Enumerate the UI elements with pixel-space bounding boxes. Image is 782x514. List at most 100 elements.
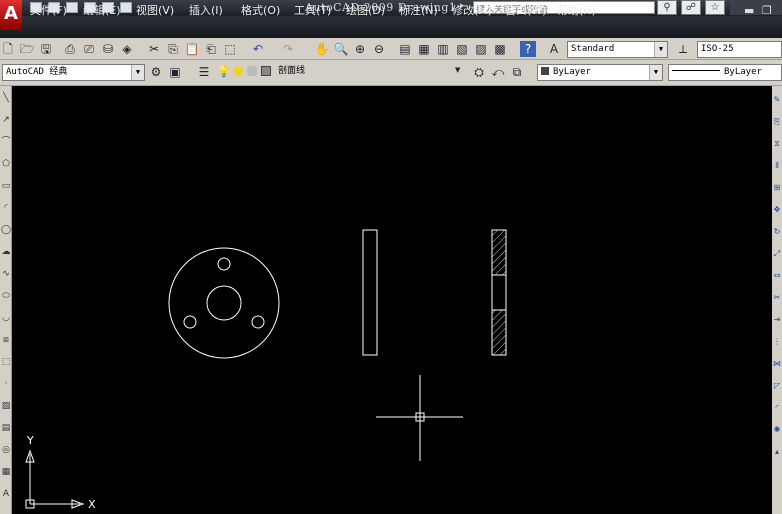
save-icon[interactable]: 🖫 xyxy=(38,41,54,57)
scroll-up-icon[interactable]: ▴ xyxy=(772,446,782,458)
menu-window[interactable]: 窗口(W) xyxy=(505,3,546,19)
menu-format[interactable]: 格式(O) xyxy=(241,3,280,19)
extend-icon[interactable]: ⇥ xyxy=(772,314,782,326)
scale-icon[interactable]: ⤢ xyxy=(772,248,782,260)
bolt-hole-left[interactable] xyxy=(183,315,197,329)
break-icon[interactable]: ⋮ xyxy=(772,336,782,348)
menu-dimension[interactable]: 标注(N) xyxy=(399,3,438,19)
tool-palettes-icon[interactable]: ▥ xyxy=(435,41,451,57)
revision-cloud-icon[interactable]: ☁ xyxy=(0,246,12,258)
chamfer-icon[interactable]: ◸ xyxy=(772,380,782,392)
communication-center-icon[interactable]: ☍ xyxy=(681,0,701,15)
ellipse-arc-icon[interactable]: ◡ xyxy=(0,312,12,324)
plot-preview-icon[interactable]: ⎚ xyxy=(81,41,97,57)
line-icon[interactable]: ╲ xyxy=(0,92,12,104)
layer-lock-icon[interactable] xyxy=(247,66,257,76)
array-icon[interactable]: ⊞ xyxy=(772,182,782,194)
layer-thaw-sun-icon[interactable] xyxy=(233,66,243,76)
bolt-hole-top[interactable] xyxy=(217,257,231,271)
menu-insert[interactable]: 插入(I) xyxy=(189,3,223,19)
save-icon[interactable] xyxy=(66,2,78,13)
dimension-style-select[interactable]: ISO-25 xyxy=(697,41,782,58)
search-icon[interactable]: ⚲ xyxy=(657,0,677,15)
menu-edit[interactable]: 编辑(E) xyxy=(83,3,121,19)
text-style-select[interactable]: Standard ▼ xyxy=(567,41,668,58)
gradient-icon[interactable]: ▤ xyxy=(0,422,12,434)
copy-object-icon[interactable]: ⎘ xyxy=(772,116,782,128)
quickcalc-icon[interactable]: ▩ xyxy=(492,41,508,57)
plot-icon[interactable]: ⎙ xyxy=(62,41,78,57)
mirror-icon[interactable]: ⧖ xyxy=(772,138,782,150)
copy-icon[interactable]: ⎘ xyxy=(165,41,181,57)
open-icon[interactable]: 🗁 xyxy=(19,41,35,57)
model-space[interactable]: Y X xyxy=(12,86,772,514)
stretch-icon[interactable]: ⇔ xyxy=(772,270,782,282)
minimize-drawing-button[interactable]: ▬ xyxy=(744,4,754,17)
explode-icon[interactable]: ✺ xyxy=(772,424,782,436)
menu-tools[interactable]: 工具(T) xyxy=(294,3,331,19)
multiline-text-icon[interactable]: A xyxy=(0,488,12,500)
text-style-icon[interactable]: A xyxy=(546,41,562,57)
trim-icon[interactable]: ✂ xyxy=(772,292,782,304)
drawing-canvas[interactable]: Y X xyxy=(12,86,772,514)
menu-view[interactable]: 视图(V) xyxy=(136,3,174,19)
region-icon[interactable]: ◎ xyxy=(0,444,12,456)
paste-icon[interactable]: 📋 xyxy=(184,41,200,57)
cut-icon[interactable]: ✂ xyxy=(146,41,162,57)
menu-modify[interactable]: 修改(M) xyxy=(452,3,492,19)
circle-icon[interactable]: ◯ xyxy=(0,224,12,236)
match-properties-icon[interactable]: ⎗ xyxy=(203,41,219,57)
erase-icon[interactable]: ✎ xyxy=(772,94,782,106)
zoom-previous-icon[interactable]: ⊖ xyxy=(371,41,387,57)
block-editor-icon[interactable]: ⬚ xyxy=(222,41,238,57)
insert-block-icon[interactable]: ⧈ xyxy=(0,334,12,346)
workspace-save-icon[interactable]: ▣ xyxy=(167,64,183,80)
move-icon[interactable]: ✥ xyxy=(772,204,782,216)
restore-drawing-button[interactable]: ❐ xyxy=(762,4,772,17)
spline-icon[interactable]: ∿ xyxy=(0,268,12,280)
help-icon[interactable]: ? xyxy=(520,41,536,57)
make-object-layer-current-icon[interactable]: ⛭ xyxy=(471,64,487,80)
section-hatch-top[interactable] xyxy=(492,230,506,275)
offset-icon[interactable]: ⫴ xyxy=(772,160,782,172)
join-icon[interactable]: ⋈ xyxy=(772,358,782,370)
ellipse-icon[interactable]: ⬭ xyxy=(0,290,12,302)
zoom-window-icon[interactable]: ⊕ xyxy=(352,41,368,57)
workspace-settings-icon[interactable]: ⚙ xyxy=(148,64,164,80)
point-icon[interactable]: · xyxy=(0,378,12,390)
redo-icon[interactable] xyxy=(120,2,132,13)
chevron-down-icon[interactable]: ▼ xyxy=(131,65,144,80)
menu-file[interactable]: 文件(F) xyxy=(30,3,67,19)
layer-previous-icon[interactable]: ⤺ xyxy=(490,64,506,80)
workspace-select[interactable]: AutoCAD 经典 ▼ xyxy=(2,64,145,81)
flange-outer-circle[interactable] xyxy=(168,247,280,359)
make-block-icon[interactable]: ⬚ xyxy=(0,356,12,368)
dimension-style-icon[interactable]: ⟂ xyxy=(675,41,691,57)
construction-line-icon[interactable]: ↗ xyxy=(0,114,12,126)
properties-icon[interactable]: ▤ xyxy=(397,41,413,57)
fillet-icon[interactable]: ◜ xyxy=(772,402,782,414)
color-control-select[interactable]: ByLayer ▼ xyxy=(537,64,663,81)
chevron-down-icon[interactable]: ▼ xyxy=(649,65,662,80)
publish-icon[interactable]: ⛁ xyxy=(100,41,116,57)
application-menu-button[interactable]: A xyxy=(0,0,22,30)
undo-icon[interactable]: ↶ xyxy=(250,41,266,57)
layer-manager-icon[interactable]: ☰ xyxy=(196,64,212,80)
layer-states-icon[interactable]: ⧉ xyxy=(509,64,525,80)
hatch-icon[interactable]: ▨ xyxy=(0,400,12,412)
polyline-icon[interactable]: ⌒ xyxy=(0,136,12,148)
arc-icon[interactable]: ◜ xyxy=(0,202,12,214)
zoom-realtime-icon[interactable]: 🔍 xyxy=(333,41,349,57)
design-center-icon[interactable]: ▦ xyxy=(416,41,432,57)
table-icon[interactable]: ▦ xyxy=(0,466,12,478)
qnew-icon[interactable]: 🗋 xyxy=(0,41,16,57)
layer-on-bulb-icon[interactable]: 💡 xyxy=(217,65,231,78)
chevron-down-icon[interactable]: ▼ xyxy=(455,66,460,74)
markup-icon[interactable]: ▨ xyxy=(473,41,489,57)
menu-draw[interactable]: 绘图(D) xyxy=(346,3,385,19)
flange-plan-view[interactable] xyxy=(168,247,280,359)
rotate-icon[interactable]: ↻ xyxy=(772,226,782,238)
favorites-star-icon[interactable]: ☆ xyxy=(705,0,725,15)
rectangle-icon[interactable]: ▭ xyxy=(0,180,12,192)
flange-center-hole[interactable] xyxy=(206,285,242,321)
